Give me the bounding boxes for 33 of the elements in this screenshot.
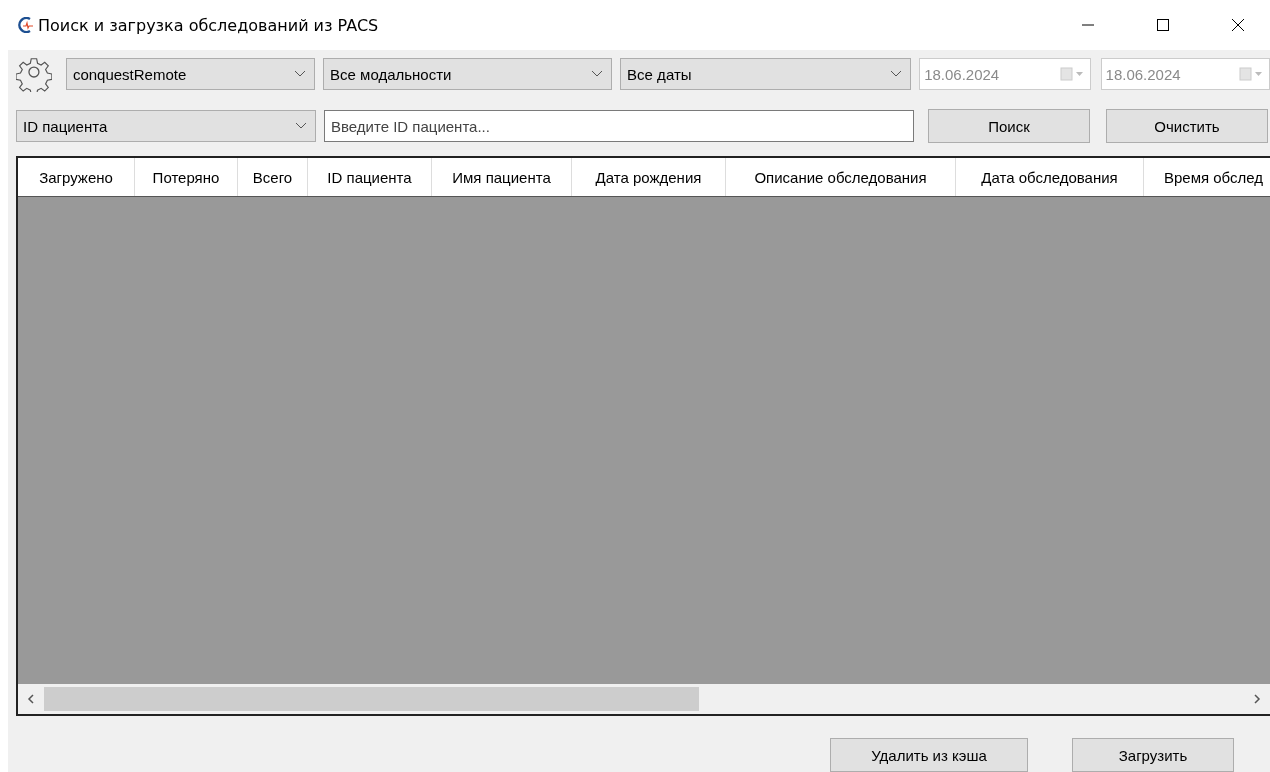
column-header[interactable]: Всего	[238, 158, 308, 196]
search-field[interactable]: Введите ID пациента...	[324, 110, 914, 142]
modality-dropdown[interactable]: Все модальности	[323, 58, 613, 90]
chevron-icon	[295, 122, 307, 130]
column-header[interactable]: ID пациента	[308, 158, 432, 196]
search-by-dropdown[interactable]: ID пациента	[16, 110, 316, 142]
window-title: Поиск и загрузка обследований из PACS	[38, 15, 379, 35]
column-header[interactable]: Потеряно	[135, 158, 238, 196]
toolbar-button[interactable]: Очистить	[1106, 109, 1268, 143]
date-mode-dropdown[interactable]: Все даты	[620, 58, 912, 90]
maximize-icon[interactable]	[1156, 18, 1170, 32]
footer-button[interactable]: Загрузить	[1072, 738, 1234, 772]
toolbar-button[interactable]: Поиск	[928, 109, 1090, 143]
horizontal-scrollbar[interactable]	[18, 684, 1270, 714]
app-logo-icon	[18, 17, 34, 33]
calendar-icon	[1059, 67, 1086, 81]
settings-icon[interactable]	[16, 56, 52, 92]
chevron-icon	[591, 70, 604, 78]
column-header[interactable]: Имя пациента	[432, 158, 572, 196]
chevron-icon	[890, 70, 903, 78]
server-dropdown[interactable]: conquestRemote	[65, 58, 316, 90]
column-header[interactable]: Дата обследования	[956, 158, 1144, 196]
scrollbar-thumb[interactable]	[44, 687, 699, 711]
column-header[interactable]: Время обслед	[1144, 158, 1270, 196]
column-header[interactable]: Загружено	[18, 158, 135, 196]
footer-button[interactable]: Удалить из кэша	[830, 738, 1028, 772]
scroll-left-icon[interactable]	[26, 694, 36, 704]
calendar-icon	[1239, 67, 1265, 81]
column-header[interactable]: Дата рождения	[572, 158, 726, 196]
chevron-icon	[294, 70, 307, 78]
scroll-right-icon[interactable]	[1252, 694, 1262, 704]
column-header[interactable]: Описание обследования	[726, 158, 956, 196]
close-icon[interactable]	[1231, 18, 1245, 32]
